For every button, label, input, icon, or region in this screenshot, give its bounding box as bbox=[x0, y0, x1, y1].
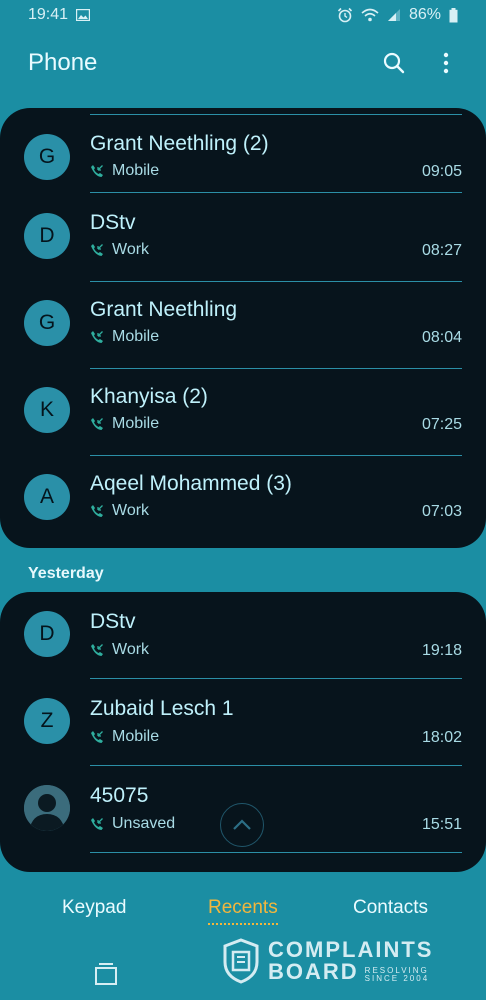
call-type: Mobile bbox=[90, 415, 159, 433]
contact-name: Khanyisa (2) bbox=[90, 385, 208, 408]
avatar: A bbox=[24, 474, 70, 520]
call-type: Work bbox=[90, 241, 149, 259]
recent-calls-today: G Grant Neethling (2) Mobile 09:05 D DSt… bbox=[0, 108, 486, 548]
status-left: 19:41 bbox=[28, 6, 91, 24]
call-time: 08:04 bbox=[421, 329, 462, 346]
call-log-row[interactable]: K Khanyisa (2) Mobile 07:25 bbox=[0, 369, 486, 456]
divider bbox=[90, 192, 462, 193]
contact-name: Zubaid Lesch 1 bbox=[90, 697, 234, 720]
status-right: 86% bbox=[337, 6, 458, 24]
avatar bbox=[24, 785, 70, 831]
call-type-label: Work bbox=[112, 641, 150, 658]
call-log-row[interactable]: A Aqeel Mohammed (3) Work 07:03 bbox=[0, 456, 486, 543]
app-header: Phone bbox=[0, 40, 486, 86]
contact-name: Grant Neethling (2) bbox=[90, 132, 269, 155]
call-log-row[interactable]: Z Zubaid Lesch 1 Mobile 18:02 bbox=[0, 679, 486, 766]
chevron-up-icon bbox=[233, 819, 251, 830]
call-type: Mobile bbox=[90, 728, 159, 746]
call-type-label: Mobile bbox=[112, 728, 160, 745]
call-time: 18:02 bbox=[421, 729, 462, 746]
avatar: Z bbox=[24, 698, 70, 744]
signal-icon bbox=[387, 8, 401, 22]
call-type: Work bbox=[90, 641, 149, 659]
contact-name: Grant Neethling bbox=[90, 298, 238, 321]
incoming-call-icon bbox=[90, 643, 104, 657]
incoming-call-icon bbox=[90, 417, 104, 431]
watermark-board: BOARD bbox=[268, 959, 359, 984]
watermark: COMPLAINTS BOARD RESOLVING SINCE 2004 bbox=[222, 933, 442, 989]
call-type: Work bbox=[90, 502, 149, 520]
search-icon[interactable] bbox=[382, 51, 406, 75]
contact-name: DStv bbox=[90, 211, 136, 234]
call-type-label: Mobile bbox=[112, 328, 160, 345]
tab-contacts[interactable]: Contacts bbox=[353, 897, 428, 919]
battery-percent: 86% bbox=[408, 6, 441, 23]
tab-keypad[interactable]: Keypad bbox=[62, 897, 126, 919]
watermark-text: COMPLAINTS BOARD RESOLVING SINCE 2004 bbox=[268, 939, 433, 983]
tab-recents[interactable]: Recents bbox=[208, 897, 278, 925]
page-title: Phone bbox=[28, 49, 98, 76]
incoming-call-icon bbox=[90, 330, 104, 344]
scroll-to-top-button[interactable] bbox=[220, 803, 264, 847]
incoming-call-icon bbox=[90, 730, 104, 744]
call-time: 09:05 bbox=[421, 163, 462, 180]
avatar: D bbox=[24, 213, 70, 259]
call-type-label: Mobile bbox=[112, 162, 160, 179]
header-actions bbox=[382, 51, 458, 75]
incoming-call-icon bbox=[90, 164, 104, 178]
call-time: 07:25 bbox=[421, 416, 462, 433]
call-log-row[interactable]: G Grant Neethling (2) Mobile 09:05 bbox=[0, 108, 486, 193]
person-silhouette-icon bbox=[24, 785, 70, 831]
wifi-icon bbox=[361, 8, 379, 22]
call-time: 15:51 bbox=[421, 816, 462, 833]
watermark-line2: BOARD RESOLVING SINCE 2004 bbox=[268, 961, 433, 983]
bottom-tabs: Keypad Recents Contacts bbox=[0, 888, 486, 928]
call-log-row[interactable]: D DStv Work 19:18 bbox=[0, 592, 486, 679]
complaints-board-logo-icon bbox=[223, 938, 259, 984]
contact-name: 45075 bbox=[90, 784, 149, 807]
battery-icon bbox=[449, 7, 458, 23]
alarm-icon bbox=[337, 7, 353, 23]
call-log-row[interactable]: G Grant Neethling Mobile 08:04 bbox=[0, 282, 486, 369]
avatar: G bbox=[24, 300, 70, 346]
incoming-call-icon bbox=[90, 504, 104, 518]
call-time: 19:18 bbox=[421, 642, 462, 659]
avatar: D bbox=[24, 611, 70, 657]
incoming-call-icon bbox=[90, 817, 104, 831]
call-type-label: Unsaved bbox=[112, 815, 176, 832]
call-type-label: Mobile bbox=[112, 415, 160, 432]
call-time: 08:27 bbox=[421, 242, 462, 259]
watermark-line1: COMPLAINTS bbox=[268, 937, 434, 962]
call-type: Unsaved bbox=[90, 815, 175, 833]
gallery-notification-icon bbox=[76, 9, 91, 21]
section-label-yesterday: Yesterday bbox=[28, 565, 104, 582]
call-type: Mobile bbox=[90, 162, 159, 180]
status-time: 19:41 bbox=[28, 6, 69, 23]
avatar: G bbox=[24, 134, 70, 180]
call-time: 07:03 bbox=[421, 503, 462, 520]
status-bar: 19:41 86% bbox=[0, 0, 486, 30]
call-log-row[interactable]: D DStv Work 08:27 bbox=[0, 195, 486, 282]
contact-name: DStv bbox=[90, 610, 136, 633]
watermark-tagline: RESOLVING SINCE 2004 bbox=[365, 967, 429, 983]
contact-name: Aqeel Mohammed (3) bbox=[90, 472, 292, 495]
incoming-call-icon bbox=[90, 243, 104, 257]
call-type: Mobile bbox=[90, 328, 159, 346]
avatar: K bbox=[24, 387, 70, 433]
recent-apps-icon[interactable] bbox=[94, 962, 118, 986]
divider bbox=[90, 852, 462, 853]
call-type-label: Work bbox=[112, 502, 150, 519]
more-options-icon[interactable] bbox=[434, 51, 458, 75]
watermark-small2: SINCE 2004 bbox=[364, 974, 430, 983]
call-type-label: Work bbox=[112, 241, 150, 258]
